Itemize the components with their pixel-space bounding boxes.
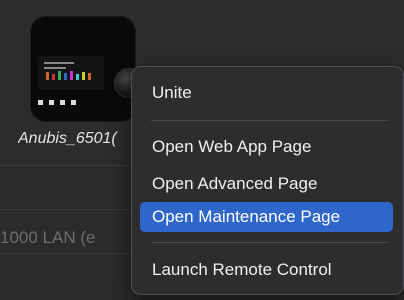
context-menu: Unite Open Web App Page Open Advanced Pa… — [131, 66, 404, 295]
menu-separator — [151, 242, 387, 243]
device-display-icon — [38, 56, 104, 90]
menu-separator — [151, 120, 387, 121]
menu-item-open-advanced-page[interactable]: Open Advanced Page — [140, 169, 393, 199]
menu-item-open-maintenance-page[interactable]: Open Maintenance Page — [140, 202, 393, 232]
network-interface-text: 1000 LAN (e — [0, 228, 96, 247]
device-buttons-icon — [38, 100, 76, 105]
menu-item-unite[interactable]: Unite — [140, 78, 393, 108]
device-name-label: Anubis_6501( — [18, 130, 117, 147]
menu-item-open-web-app-page[interactable]: Open Web App Page — [140, 132, 393, 162]
device-thumbnail[interactable] — [30, 16, 144, 122]
menu-item-launch-remote-control[interactable]: Launch Remote Control — [140, 255, 393, 285]
